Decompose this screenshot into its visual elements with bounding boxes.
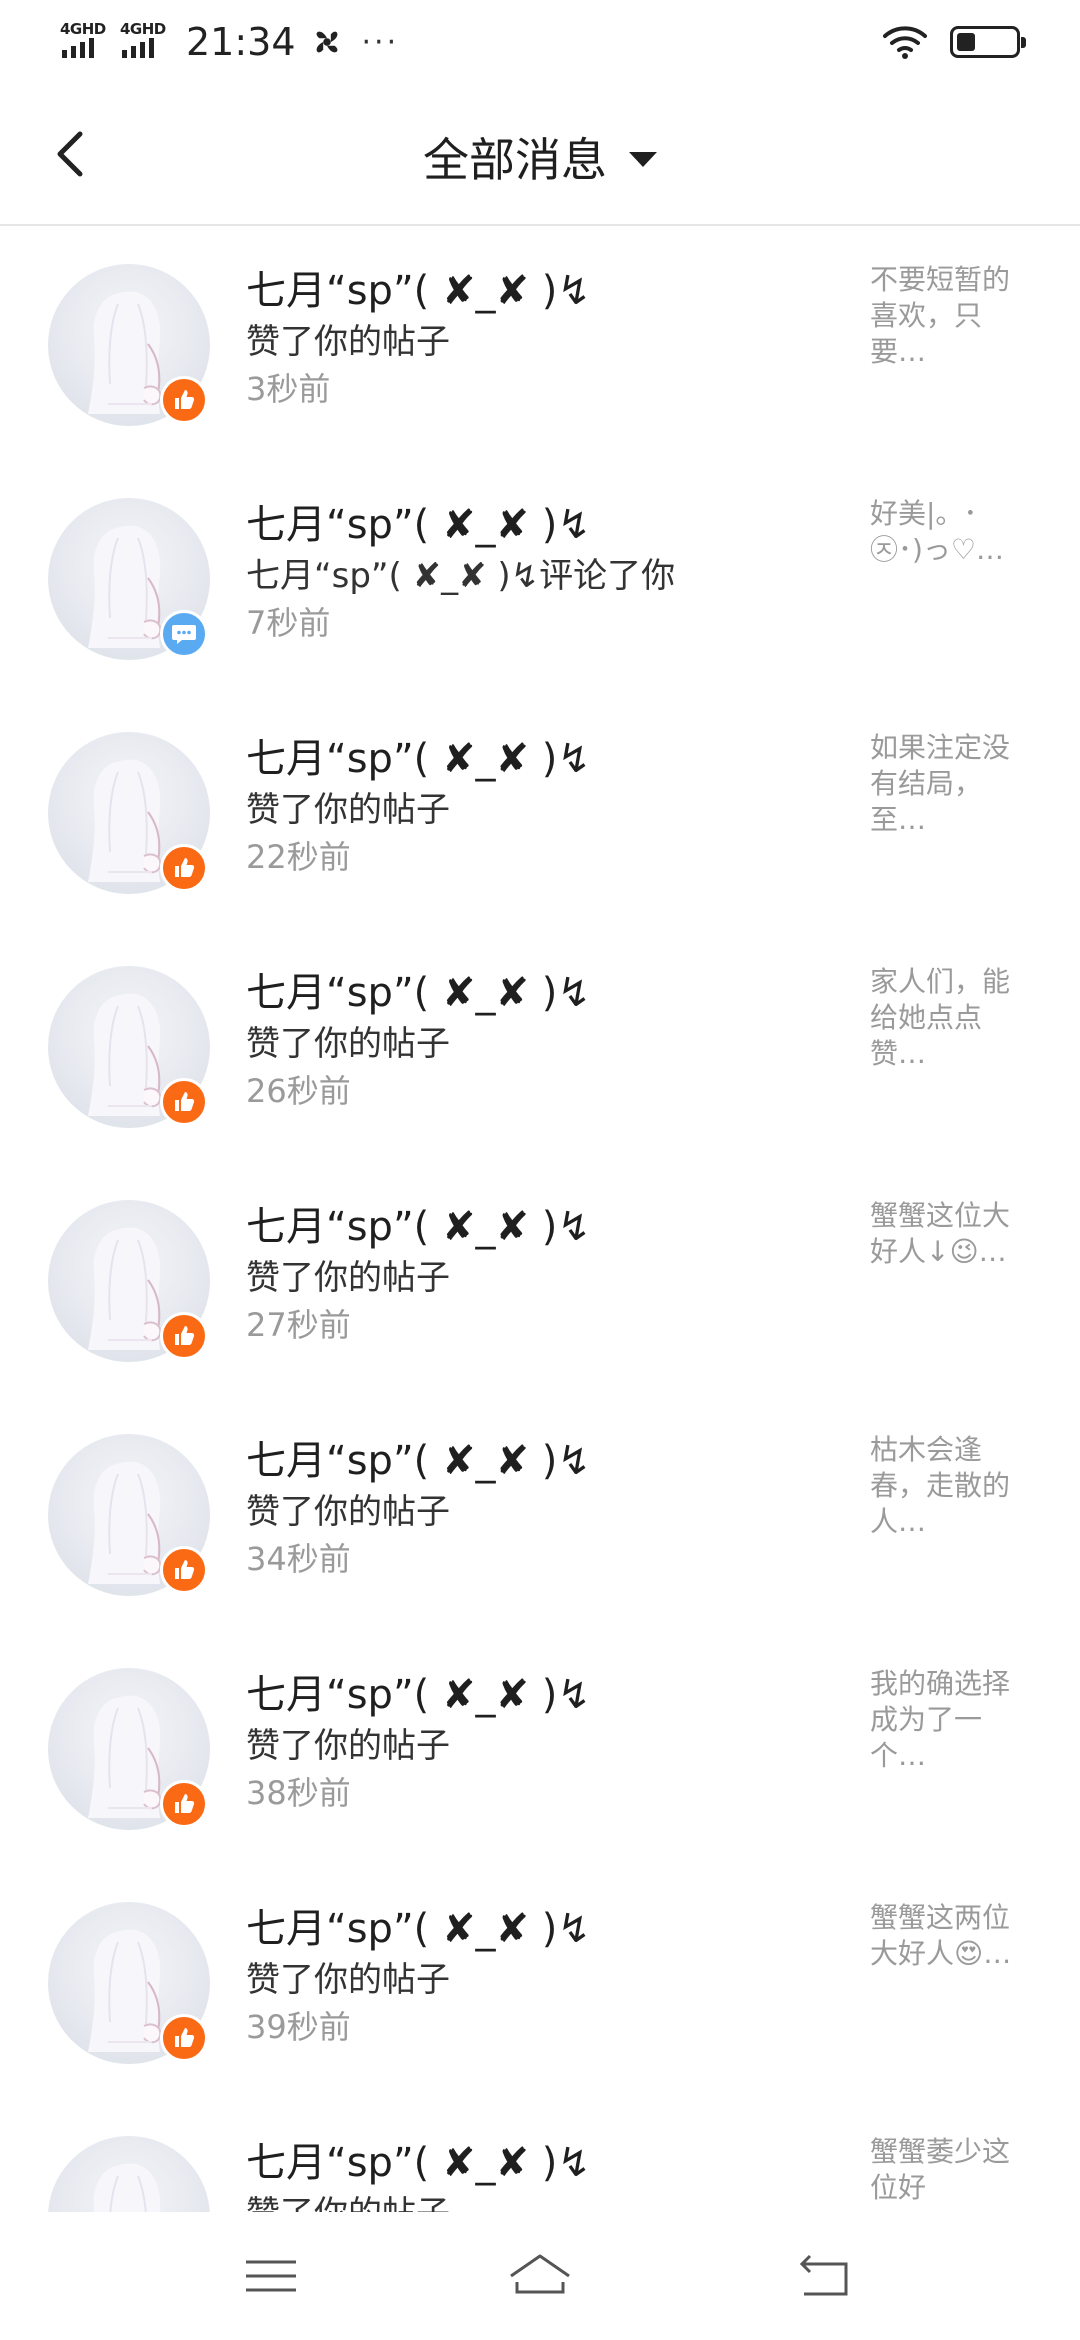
sender-name: 七月“sp”( ✘_✘ )↯ [246,268,591,314]
action-text: 赞了你的帖子 [246,2186,450,2212]
timestamp: 39秒前 [246,2008,351,2046]
sender-name: 七月“sp”( ✘_✘ )↯ [246,1672,591,1718]
thumbs-up-icon [175,390,195,409]
wifi-icon [883,26,927,59]
post-preview[interactable]: 蟹蟹这两位大好人😍… [870,1900,1030,1972]
sender-name: 七月“sp”( ✘_✘ )↯ [246,1204,591,1250]
message-item[interactable]: 七月“sp”( ✘_✘ )↯ 赞了你的帖子 27秒前 蟹蟹这位大好人↓😉… [0,1164,1080,1398]
status-bar: 4GHD 4GHD 21:34 ··· [0,0,1080,84]
timestamp: 38秒前 [246,1774,351,1812]
post-preview[interactable]: 如果注定没有结局，至… [870,730,1030,838]
thumbs-up-icon [175,2028,195,2047]
avatar[interactable] [48,1200,210,1362]
sender-name: 七月“sp”( ✘_✘ )↯ [246,1906,591,1952]
avatar[interactable] [48,732,210,894]
return-icon[interactable] [790,2246,860,2306]
message-item[interactable]: 七月“sp”( ✘_✘ )↯ 赞了你的帖子 蟹蟹萎少这位好 [0,2100,1080,2212]
like-badge [160,844,208,892]
thumbs-up-icon [175,1092,195,1111]
avatar[interactable] [48,498,210,660]
action-text: 赞了你的帖子 [246,1258,450,1298]
action-text: 赞了你的帖子 [246,790,450,830]
message-item[interactable]: 七月“sp”( ✘_✘ )↯ 赞了你的帖子 39秒前 蟹蟹这两位大好人😍… [0,1866,1080,2100]
battery-icon [950,26,1026,58]
thumbs-up-icon [175,1560,195,1579]
home-icon[interactable] [505,2246,575,2306]
message-item[interactable]: 七月“sp”( ✘_✘ )↯ 七月“sp”( ✘_✘ )↯评论了你 7秒前 好美… [0,462,1080,696]
post-preview[interactable]: 不要短暂的喜欢，只要… [870,262,1030,370]
like-badge [160,376,208,424]
system-nav-bar [0,2212,1080,2340]
page-title: 全部消息 [423,133,607,187]
more-notifications-icon: ··· [361,24,400,60]
message-list[interactable]: 七月“sp”( ✘_✘ )↯ 赞了你的帖子 3秒前 不要短暂的喜欢，只要… 七月… [0,228,1080,2212]
action-text: 赞了你的帖子 [246,1960,450,2000]
sender-name: 七月“sp”( ✘_✘ )↯ [246,970,591,1016]
post-preview[interactable]: 枯木会逢春，走散的人… [870,1432,1030,1540]
like-badge [160,1546,208,1594]
avatar[interactable] [48,2136,210,2212]
clock: 21:34 [186,20,296,64]
timestamp: 26秒前 [246,1072,351,1110]
thumbs-up-icon [175,1794,195,1813]
comment-badge [160,610,208,658]
thumbs-up-icon [175,1326,195,1345]
message-item[interactable]: 七月“sp”( ✘_✘ )↯ 赞了你的帖子 38秒前 我的确选择成为了一个… [0,1632,1080,1866]
action-text: 赞了你的帖子 [246,1024,450,1064]
signal-strength-icon-2: 4GHD [120,20,168,64]
network-type-label-2: 4GHD [120,20,166,38]
fan-icon [316,31,337,53]
action-text: 赞了你的帖子 [246,1726,450,1766]
girl-illustration-icon [93,2163,161,2212]
header: 全部消息 [0,84,1080,226]
message-item[interactable]: 七月“sp”( ✘_✘ )↯ 赞了你的帖子 22秒前 如果注定没有结局，至… [0,696,1080,930]
message-item[interactable]: 七月“sp”( ✘_✘ )↯ 赞了你的帖子 26秒前 家人们，能给她点点赞… [0,930,1080,1164]
status-left: 4GHD 4GHD 21:34 ··· [60,20,399,64]
message-item[interactable]: 七月“sp”( ✘_✘ )↯ 赞了你的帖子 3秒前 不要短暂的喜欢，只要… [0,228,1080,462]
post-preview[interactable]: 蟹蟹萎少这位好 [870,2134,1030,2206]
timestamp: 34秒前 [246,1540,351,1578]
chat-bubble-icon [172,625,196,644]
like-badge [160,1078,208,1126]
avatar[interactable] [48,264,210,426]
signal-strength-icon: 4GHD [60,20,108,64]
sender-name: 七月“sp”( ✘_✘ )↯ [246,502,591,548]
sender-name: 七月“sp”( ✘_✘ )↯ [246,736,591,782]
timestamp: 22秒前 [246,838,351,876]
screen: 4GHD 4GHD 21:34 ··· 全部消息 七月“sp”(✘_✘)↯ … [0,0,1080,2340]
caret-down-icon [629,151,657,167]
like-badge [160,1780,208,1828]
action-text: 七月“sp”( ✘_✘ )↯评论了你 [246,556,676,596]
sender-name: 七月“sp”( ✘_✘ )↯ [246,2140,591,2186]
message-item[interactable]: 七月“sp”( ✘_✘ )↯ 赞了你的帖子 34秒前 枯木会逢春，走散的人… [0,1398,1080,1632]
menu-icon[interactable] [236,2246,306,2306]
avatar[interactable] [48,966,210,1128]
post-preview[interactable]: 好美|。･㉨･)っ♡… [870,496,1030,568]
timestamp: 7秒前 [246,604,331,642]
sender-name: 七月“sp”( ✘_✘ )↯ [246,1438,591,1484]
message-filter-dropdown[interactable]: 全部消息 [0,124,1080,190]
avatar-image [48,2136,210,2212]
action-text: 赞了你的帖子 [246,1492,450,1532]
timestamp: 27秒前 [246,1306,351,1344]
avatar[interactable] [48,1902,210,2064]
avatar[interactable] [48,1434,210,1596]
post-preview[interactable]: 我的确选择成为了一个… [870,1666,1030,1774]
network-type-label: 4GHD [60,20,106,38]
like-badge [160,2014,208,2062]
thumbs-up-icon [175,858,195,877]
timestamp: 3秒前 [246,370,331,408]
status-right [882,25,1026,59]
avatar[interactable] [48,1668,210,1830]
post-preview[interactable]: 蟹蟹这位大好人↓😉… [870,1198,1030,1270]
like-badge [160,1312,208,1360]
action-text: 赞了你的帖子 [246,322,450,362]
post-preview[interactable]: 家人们，能给她点点赞… [870,964,1030,1072]
